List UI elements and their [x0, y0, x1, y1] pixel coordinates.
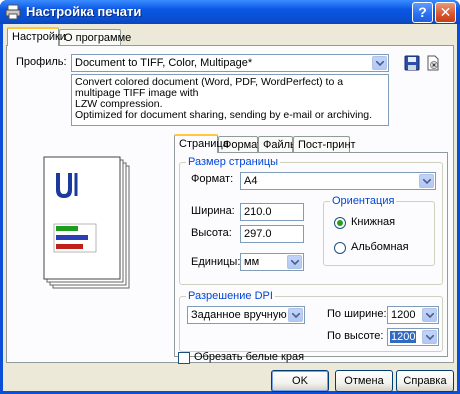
- document-delete-icon[interactable]: [425, 55, 441, 71]
- close-button[interactable]: ✕: [435, 2, 456, 23]
- dpi-height-select[interactable]: 1200: [387, 328, 439, 346]
- profile-label: Профиль:: [16, 56, 67, 68]
- page-preview: [43, 156, 130, 289]
- dpi-height-label: По высоте:: [327, 330, 384, 342]
- settings-panel: Профиль: Document to TIFF, Color, Multip…: [6, 45, 454, 364]
- tab-page[interactable]: Страница: [174, 134, 229, 153]
- help-title-button[interactable]: ?: [412, 2, 433, 23]
- dpi-title: Разрешение DPI: [186, 290, 275, 302]
- profile-select[interactable]: Document to TIFF, Color, Multipage*: [71, 54, 389, 72]
- page-tab-panel: Размер страницы Формат: A4 Ширина: 210.0…: [174, 152, 448, 357]
- dpi-width-select[interactable]: 1200: [387, 306, 439, 324]
- height-label: Высота:: [191, 227, 232, 239]
- width-input[interactable]: 210.0: [240, 203, 304, 221]
- landscape-label: Альбомная: [351, 241, 409, 253]
- window-title: Настройка печати: [26, 4, 142, 19]
- units-label: Единицы:: [191, 256, 241, 268]
- crop-white-edges-label: Обрезать белые края: [194, 351, 305, 363]
- chevron-down-icon: [419, 174, 434, 188]
- portrait-label: Книжная: [351, 216, 396, 228]
- help-button[interactable]: Справка: [396, 370, 454, 392]
- print-settings-window: Настройка печати ? ✕ Настройки О програм…: [0, 0, 460, 394]
- floppy-disk-icon[interactable]: [404, 55, 420, 71]
- crop-white-edges-checkbox[interactable]: [178, 352, 190, 364]
- preview-bar-blue: [56, 235, 88, 240]
- profile-description: Convert colored document (Word, PDF, Wor…: [71, 74, 389, 126]
- chevron-down-icon: [372, 56, 387, 70]
- format-label: Формат:: [191, 173, 234, 185]
- portrait-radio[interactable]: [334, 217, 346, 229]
- title-bar[interactable]: Настройка печати ? ✕: [0, 0, 460, 24]
- cancel-button[interactable]: Отмена: [335, 370, 393, 392]
- tab-about[interactable]: О программе: [59, 29, 131, 46]
- ok-button[interactable]: OK: [271, 370, 329, 392]
- dpi-mode-select[interactable]: Заданное вручную: [187, 306, 305, 324]
- chevron-down-icon: [288, 308, 303, 322]
- tab-files[interactable]: Файлы: [258, 136, 298, 153]
- chevron-down-icon: [287, 255, 302, 269]
- dialog-client-area: Настройки О программе Профиль: Document …: [3, 24, 457, 392]
- dpi-group: Разрешение DPI Заданное вручную По ширин…: [179, 290, 443, 352]
- orientation-group: Ориентация Книжная Альбомная: [323, 195, 435, 266]
- preview-bar-red: [56, 244, 83, 249]
- width-label: Ширина:: [191, 205, 235, 217]
- printer-icon: [5, 4, 21, 20]
- height-input[interactable]: 297.0: [240, 225, 304, 243]
- format-select[interactable]: A4: [240, 172, 436, 190]
- page-size-title: Размер страницы: [186, 156, 281, 168]
- orientation-title: Ориентация: [330, 195, 397, 207]
- dpi-width-label: По ширине:: [327, 308, 387, 320]
- chevron-down-icon: [422, 308, 437, 322]
- close-icon: ✕: [439, 4, 452, 20]
- tab-post-print[interactable]: Пост-принт: [293, 136, 356, 153]
- chevron-down-icon: [422, 330, 437, 344]
- landscape-radio[interactable]: [334, 242, 346, 254]
- page-size-group: Размер страницы Формат: A4 Ширина: 210.0…: [179, 156, 443, 285]
- units-select[interactable]: мм: [240, 253, 304, 271]
- preview-bar-green: [56, 226, 78, 231]
- tab-settings[interactable]: Настройки: [7, 27, 66, 46]
